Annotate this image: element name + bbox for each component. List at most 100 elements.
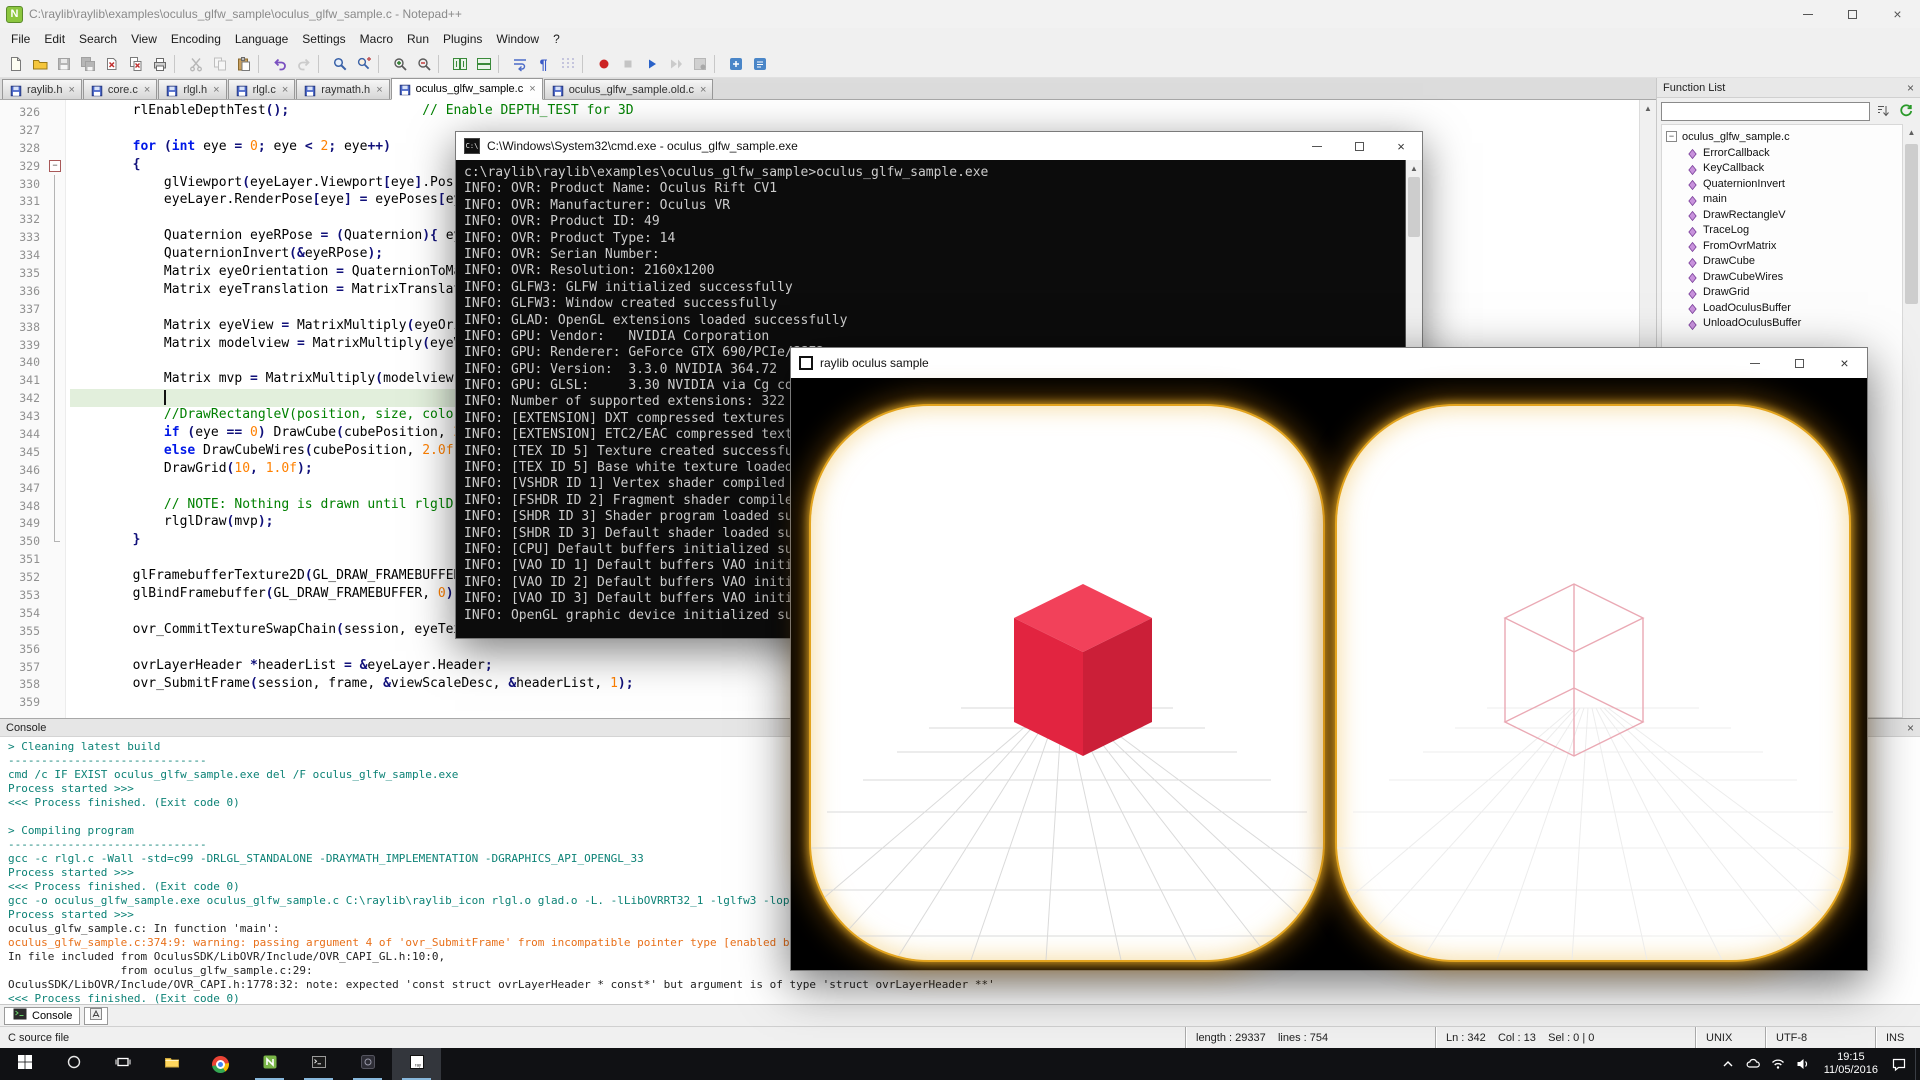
gutter-row-347[interactable]: 347: [0, 479, 65, 497]
console-close-icon[interactable]: ×: [1907, 721, 1914, 735]
show-desktop-button[interactable]: [1915, 1048, 1920, 1080]
npp-maximize-button[interactable]: [1830, 0, 1875, 28]
gutter-row-353[interactable]: 353: [0, 586, 65, 604]
find-icon[interactable]: [328, 52, 351, 75]
tray-volume-icon[interactable]: [1795, 1056, 1811, 1072]
tab-rlgl.h[interactable]: rlgl.h×: [158, 79, 226, 99]
gutter-row-335[interactable]: 335: [0, 264, 65, 282]
menu-plugins[interactable]: Plugins: [436, 30, 489, 48]
gutter-row-343[interactable]: 343: [0, 407, 65, 425]
funclist-item-FromOvrMatrix[interactable]: FromOvrMatrix: [1662, 238, 1902, 254]
undo-icon[interactable]: [268, 52, 291, 75]
print-icon[interactable]: [148, 52, 171, 75]
gutter-row-354[interactable]: 354: [0, 604, 65, 622]
funclist-item-UnloadOculusBuffer[interactable]: UnloadOculusBuffer: [1662, 316, 1902, 332]
tab-close-icon[interactable]: ×: [68, 84, 74, 96]
gutter-row-332[interactable]: 332: [0, 210, 65, 228]
gutter-row-326[interactable]: 326: [0, 103, 65, 121]
macro-run-multiple-icon[interactable]: [664, 52, 687, 75]
gutter-row-348[interactable]: 348: [0, 497, 65, 515]
statusbar-length-lines[interactable]: length : 29337 lines : 754: [1185, 1027, 1435, 1048]
gutter-row-344[interactable]: 344: [0, 425, 65, 443]
tray-cloud-icon[interactable]: [1745, 1056, 1761, 1072]
cmd-scrollbar-thumb[interactable]: [1408, 177, 1420, 237]
zoom-out-icon[interactable]: [412, 52, 435, 75]
scrollbar-up-icon[interactable]: ▲: [1640, 100, 1656, 117]
tree-collapse-icon[interactable]: −: [1666, 131, 1677, 142]
macro-stop-icon[interactable]: [616, 52, 639, 75]
statusbar-cursor-position[interactable]: Ln : 342 Col : 13 Sel : 0 | 0: [1435, 1027, 1695, 1048]
word-wrap-icon[interactable]: [508, 52, 531, 75]
gutter-row-338[interactable]: 338: [0, 318, 65, 336]
npp-minimize-button[interactable]: [1785, 0, 1830, 28]
funclist-item-ErrorCallback[interactable]: ErrorCallback: [1662, 145, 1902, 161]
gutter-row-359[interactable]: 359: [0, 693, 65, 711]
action-center-icon[interactable]: [1891, 1056, 1907, 1072]
sync-vertical-icon[interactable]: [448, 52, 471, 75]
tab-close-icon[interactable]: ×: [529, 83, 535, 95]
gutter-row-331[interactable]: 331: [0, 192, 65, 210]
menu-edit[interactable]: Edit: [37, 30, 72, 48]
menu-macro[interactable]: Macro: [353, 30, 400, 48]
gutter-row-357[interactable]: 357: [0, 658, 65, 676]
zoom-in-icon[interactable]: [388, 52, 411, 75]
menu-file[interactable]: File: [4, 30, 37, 48]
function-list-header[interactable]: Function List ×: [1657, 78, 1920, 98]
cmd-minimize-button[interactable]: [1296, 132, 1338, 160]
tray-show-hidden-icon[interactable]: [1720, 1056, 1736, 1072]
refresh-icon[interactable]: [1896, 101, 1916, 121]
funclist-item-TraceLog[interactable]: TraceLog: [1662, 223, 1902, 239]
fold-marker-icon[interactable]: [46, 157, 64, 175]
menu-settings[interactable]: Settings: [295, 30, 352, 48]
gutter-row-356[interactable]: 356: [0, 640, 65, 658]
gutter-row-355[interactable]: 355: [0, 622, 65, 640]
funclist-item-QuaternionInvert[interactable]: QuaternionInvert: [1662, 176, 1902, 192]
open-file-icon[interactable]: [28, 52, 51, 75]
gutter-row-351[interactable]: 351: [0, 550, 65, 568]
vr-stereo-viewport[interactable]: [791, 378, 1867, 970]
gutter-row-327[interactable]: 327: [0, 121, 65, 139]
gutter-row-350[interactable]: 350: [0, 532, 65, 550]
gutter-row-328[interactable]: 328: [0, 139, 65, 157]
taskbar-notepadpp[interactable]: [245, 1048, 294, 1080]
start-button[interactable]: [0, 1048, 49, 1080]
taskbar-chrome[interactable]: [196, 1048, 245, 1080]
macro-play-icon[interactable]: [640, 52, 663, 75]
paste-icon[interactable]: [232, 52, 255, 75]
replace-icon[interactable]: [352, 52, 375, 75]
tab-close-icon[interactable]: ×: [213, 84, 219, 96]
funclist-item-DrawCube[interactable]: DrawCube: [1662, 254, 1902, 270]
gutter-row-341[interactable]: 341: [0, 371, 65, 389]
tab-raylib.h[interactable]: raylib.h×: [2, 79, 82, 99]
funclist-item-DrawRectangleV[interactable]: DrawRectangleV: [1662, 207, 1902, 223]
raylib-maximize-button[interactable]: [1777, 348, 1822, 378]
function-list-scrollbar[interactable]: ▲: [1903, 124, 1920, 718]
gutter-row-334[interactable]: 334: [0, 246, 65, 264]
funclist-item-LoadOculusBuffer[interactable]: LoadOculusBuffer: [1662, 300, 1902, 316]
taskbar-clock[interactable]: 19:15 11/05/2016: [1820, 1051, 1882, 1077]
cmd-close-button[interactable]: ×: [1380, 132, 1422, 160]
tab-core.c[interactable]: core.c×: [83, 79, 157, 99]
function-list-close-icon[interactable]: ×: [1907, 81, 1914, 95]
scrollbar-up-icon[interactable]: ▲: [1903, 124, 1920, 141]
menu-view[interactable]: View: [124, 30, 164, 48]
code-line-326[interactable]: rlEnableDepthTest(); // Enable DEPTH_TES…: [70, 103, 1639, 121]
funclist-item-main[interactable]: main: [1662, 192, 1902, 208]
close-file-icon[interactable]: [100, 52, 123, 75]
macro-record-icon[interactable]: [592, 52, 615, 75]
function-list-scrollbar-thumb[interactable]: [1905, 144, 1918, 304]
menu-help[interactable]: ?: [546, 30, 567, 48]
tab-close-icon[interactable]: ×: [282, 84, 288, 96]
funclist-item-DrawGrid[interactable]: DrawGrid: [1662, 285, 1902, 301]
copy-icon[interactable]: [208, 52, 231, 75]
gutter-row-329[interactable]: 329: [0, 157, 65, 175]
cmd-maximize-button[interactable]: [1338, 132, 1380, 160]
tab-raymath.h[interactable]: raymath.h×: [296, 79, 389, 99]
cut-icon[interactable]: [184, 52, 207, 75]
gutter-row-358[interactable]: 358: [0, 676, 65, 694]
menu-window[interactable]: Window: [489, 30, 546, 48]
gutter-row-342[interactable]: 342: [0, 389, 65, 407]
tab-rlgl.c[interactable]: rlgl.c×: [228, 79, 296, 99]
tab-close-icon[interactable]: ×: [700, 84, 706, 96]
gutter-row-346[interactable]: 346: [0, 461, 65, 479]
